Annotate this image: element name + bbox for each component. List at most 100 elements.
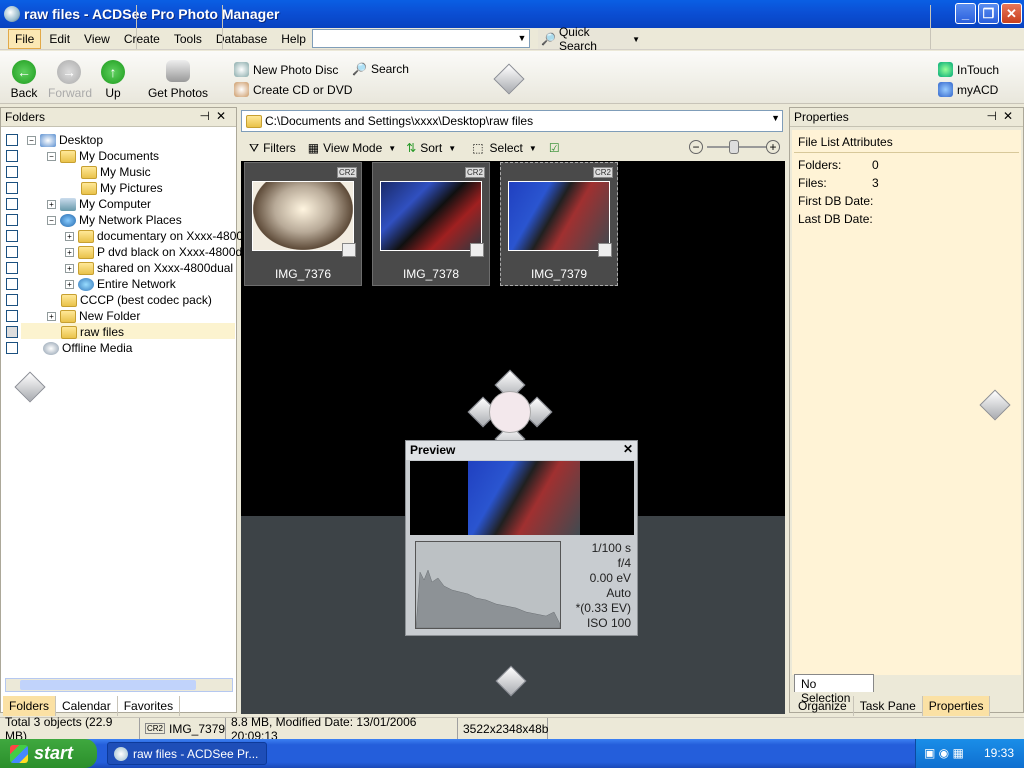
tree-checkbox[interactable] — [6, 342, 18, 354]
app-icon[interactable] — [4, 6, 20, 22]
expand-icon[interactable]: + — [65, 279, 74, 289]
menu-file[interactable]: File — [8, 28, 42, 49]
tree-item-cccp[interactable]: CCCP (best codec pack) — [61, 292, 212, 308]
thumbnail-img-7379[interactable]: CR2 IMG_7379 — [500, 162, 618, 286]
collapse-icon[interactable]: − — [47, 215, 56, 225]
title-bar[interactable]: raw files - ACDSee Pro Photo Manager — [0, 0, 1024, 28]
quick-search-input[interactable]: ▼ — [312, 29, 530, 48]
expand-icon[interactable]: + — [65, 247, 74, 257]
expand-icon[interactable]: + — [65, 231, 74, 241]
tree-item-my-computer[interactable]: + My Computer — [47, 196, 151, 212]
zoom-out-icon[interactable]: − — [689, 140, 703, 154]
chevron-down-icon[interactable]: ▼ — [448, 144, 456, 153]
tree-checkbox[interactable] — [6, 262, 18, 274]
zoom-in-icon[interactable]: + — [766, 140, 780, 154]
view-mode-button[interactable]: View Mode — [323, 141, 382, 155]
myacd-button[interactable]: myACD — [938, 82, 998, 97]
horizontal-scrollbar[interactable] — [5, 678, 233, 692]
thumbnail-checkbox[interactable] — [470, 243, 484, 257]
tree-checkbox[interactable] — [6, 214, 18, 226]
tree-item-documentary[interactable]: + documentary on Xxxx-4800 — [65, 228, 243, 244]
tab-no-selection[interactable]: No Selection — [794, 674, 874, 705]
menu-help[interactable]: Help — [275, 30, 312, 48]
restore-button[interactable]: ❐ — [978, 3, 999, 24]
tree-checkbox[interactable] — [6, 294, 18, 306]
tree-checkbox[interactable] — [6, 230, 18, 242]
zoom-slider-thumb[interactable] — [729, 140, 739, 154]
thumbnail-img-7376[interactable]: CR2 IMG_7376 — [244, 162, 362, 286]
thumbnail-checkbox[interactable] — [342, 243, 356, 257]
start-button[interactable]: start — [0, 739, 97, 768]
menu-edit[interactable]: Edit — [43, 30, 76, 48]
tree-item-raw-files[interactable]: raw files — [61, 324, 124, 340]
collapse-icon[interactable]: − — [27, 135, 36, 145]
tree-item-my-music[interactable]: My Music — [81, 164, 151, 180]
tab-properties[interactable]: Properties — [922, 696, 991, 716]
tab-folders[interactable]: Folders — [3, 696, 57, 716]
tree-checkbox[interactable] — [6, 326, 18, 338]
checkbox-icon[interactable]: ☑ — [549, 141, 560, 155]
collapse-icon[interactable]: − — [47, 151, 56, 161]
path-field[interactable]: C:\Documents and Settings\xxxx\Desktop\r… — [241, 110, 783, 132]
pin-icon[interactable]: ⊣ — [986, 109, 1002, 123]
forward-button[interactable]: → Forward — [48, 60, 92, 100]
tree-checkbox[interactable] — [6, 310, 18, 322]
thumbnail-img-7378[interactable]: CR2 IMG_7378 — [372, 162, 490, 286]
dock-center-icon[interactable] — [489, 391, 531, 433]
intouch-button[interactable]: InTouch — [938, 62, 999, 77]
chevron-down-icon[interactable]: ▼ — [515, 30, 529, 47]
search-button[interactable]: 🔎 Search — [352, 62, 409, 76]
tree-checkbox[interactable] — [6, 246, 18, 258]
select-button[interactable]: Select — [490, 141, 523, 155]
create-cd-button[interactable]: Create CD or DVD — [234, 82, 352, 97]
tree-item-my-documents[interactable]: − My Documents — [47, 148, 159, 164]
up-button[interactable]: ↑ Up — [98, 60, 128, 100]
tab-organize[interactable]: Organize — [792, 696, 854, 716]
tree-item-my-network-places[interactable]: − My Network Places — [47, 212, 182, 228]
get-photos-button[interactable]: Get Photos — [145, 60, 211, 100]
close-button[interactable]: ✕ — [1001, 3, 1022, 24]
tree-item-shared[interactable]: + shared on Xxxx-4800dual — [65, 260, 233, 276]
tree-checkbox[interactable] — [6, 198, 18, 210]
taskbar-item-acdsee[interactable]: raw files - ACDSee Pr... — [107, 742, 267, 765]
tree-checkbox[interactable] — [6, 134, 18, 146]
scrollbar-thumb[interactable] — [20, 680, 196, 690]
pane-collapse-left-icon[interactable] — [14, 371, 46, 403]
tree-checkbox[interactable] — [6, 278, 18, 290]
tree-item-new-folder[interactable]: + New Folder — [47, 308, 140, 324]
chevron-down-icon[interactable]: ▼ — [388, 144, 396, 153]
tree-checkbox[interactable] — [6, 182, 18, 194]
expand-icon[interactable]: + — [47, 199, 56, 209]
minimize-button[interactable]: _ — [955, 3, 976, 24]
tab-task-pane[interactable]: Task Pane — [854, 696, 923, 716]
thumbnail-checkbox[interactable] — [598, 243, 612, 257]
chevron-down-icon[interactable]: ▼ — [771, 113, 780, 123]
filters-button[interactable]: Filters — [263, 141, 296, 155]
tree-item-p-dvd-black[interactable]: + P dvd black on Xxxx-4800du — [65, 244, 249, 260]
expand-icon[interactable]: + — [47, 311, 56, 321]
close-icon[interactable]: ✕ — [216, 109, 232, 123]
sort-button[interactable]: Sort — [420, 141, 442, 155]
tree-checkbox[interactable] — [6, 166, 18, 178]
menu-database[interactable]: Database — [210, 30, 273, 48]
expand-icon[interactable]: + — [65, 263, 74, 273]
menu-create[interactable]: Create — [118, 30, 166, 48]
close-icon[interactable]: ✕ — [623, 442, 633, 456]
close-icon[interactable]: ✕ — [1003, 109, 1019, 123]
menu-tools[interactable]: Tools — [168, 30, 208, 48]
tab-calendar[interactable]: Calendar — [56, 696, 118, 716]
pin-icon[interactable]: ⊣ — [199, 109, 215, 123]
tree-item-my-pictures[interactable]: My Pictures — [81, 180, 163, 196]
tray-icons[interactable]: ▣ ◉ ▦ — [924, 746, 964, 760]
tree-item-entire-network[interactable]: + Entire Network — [65, 276, 176, 292]
menu-view[interactable]: View — [78, 30, 116, 48]
back-button[interactable]: ← Back — [8, 60, 40, 100]
tree-item-offline-media[interactable]: Offline Media — [43, 340, 132, 356]
tree-item-desktop[interactable]: − Desktop — [27, 132, 103, 148]
quick-search-button[interactable]: 🔎 Quick Search ▼ — [538, 25, 640, 53]
tab-favorites[interactable]: Favorites — [118, 696, 181, 716]
new-photo-disc-button[interactable]: New Photo Disc — [234, 62, 338, 77]
pane-collapse-right-icon[interactable] — [979, 389, 1011, 421]
tree-checkbox[interactable] — [6, 150, 18, 162]
chevron-down-icon[interactable]: ▼ — [529, 144, 537, 153]
